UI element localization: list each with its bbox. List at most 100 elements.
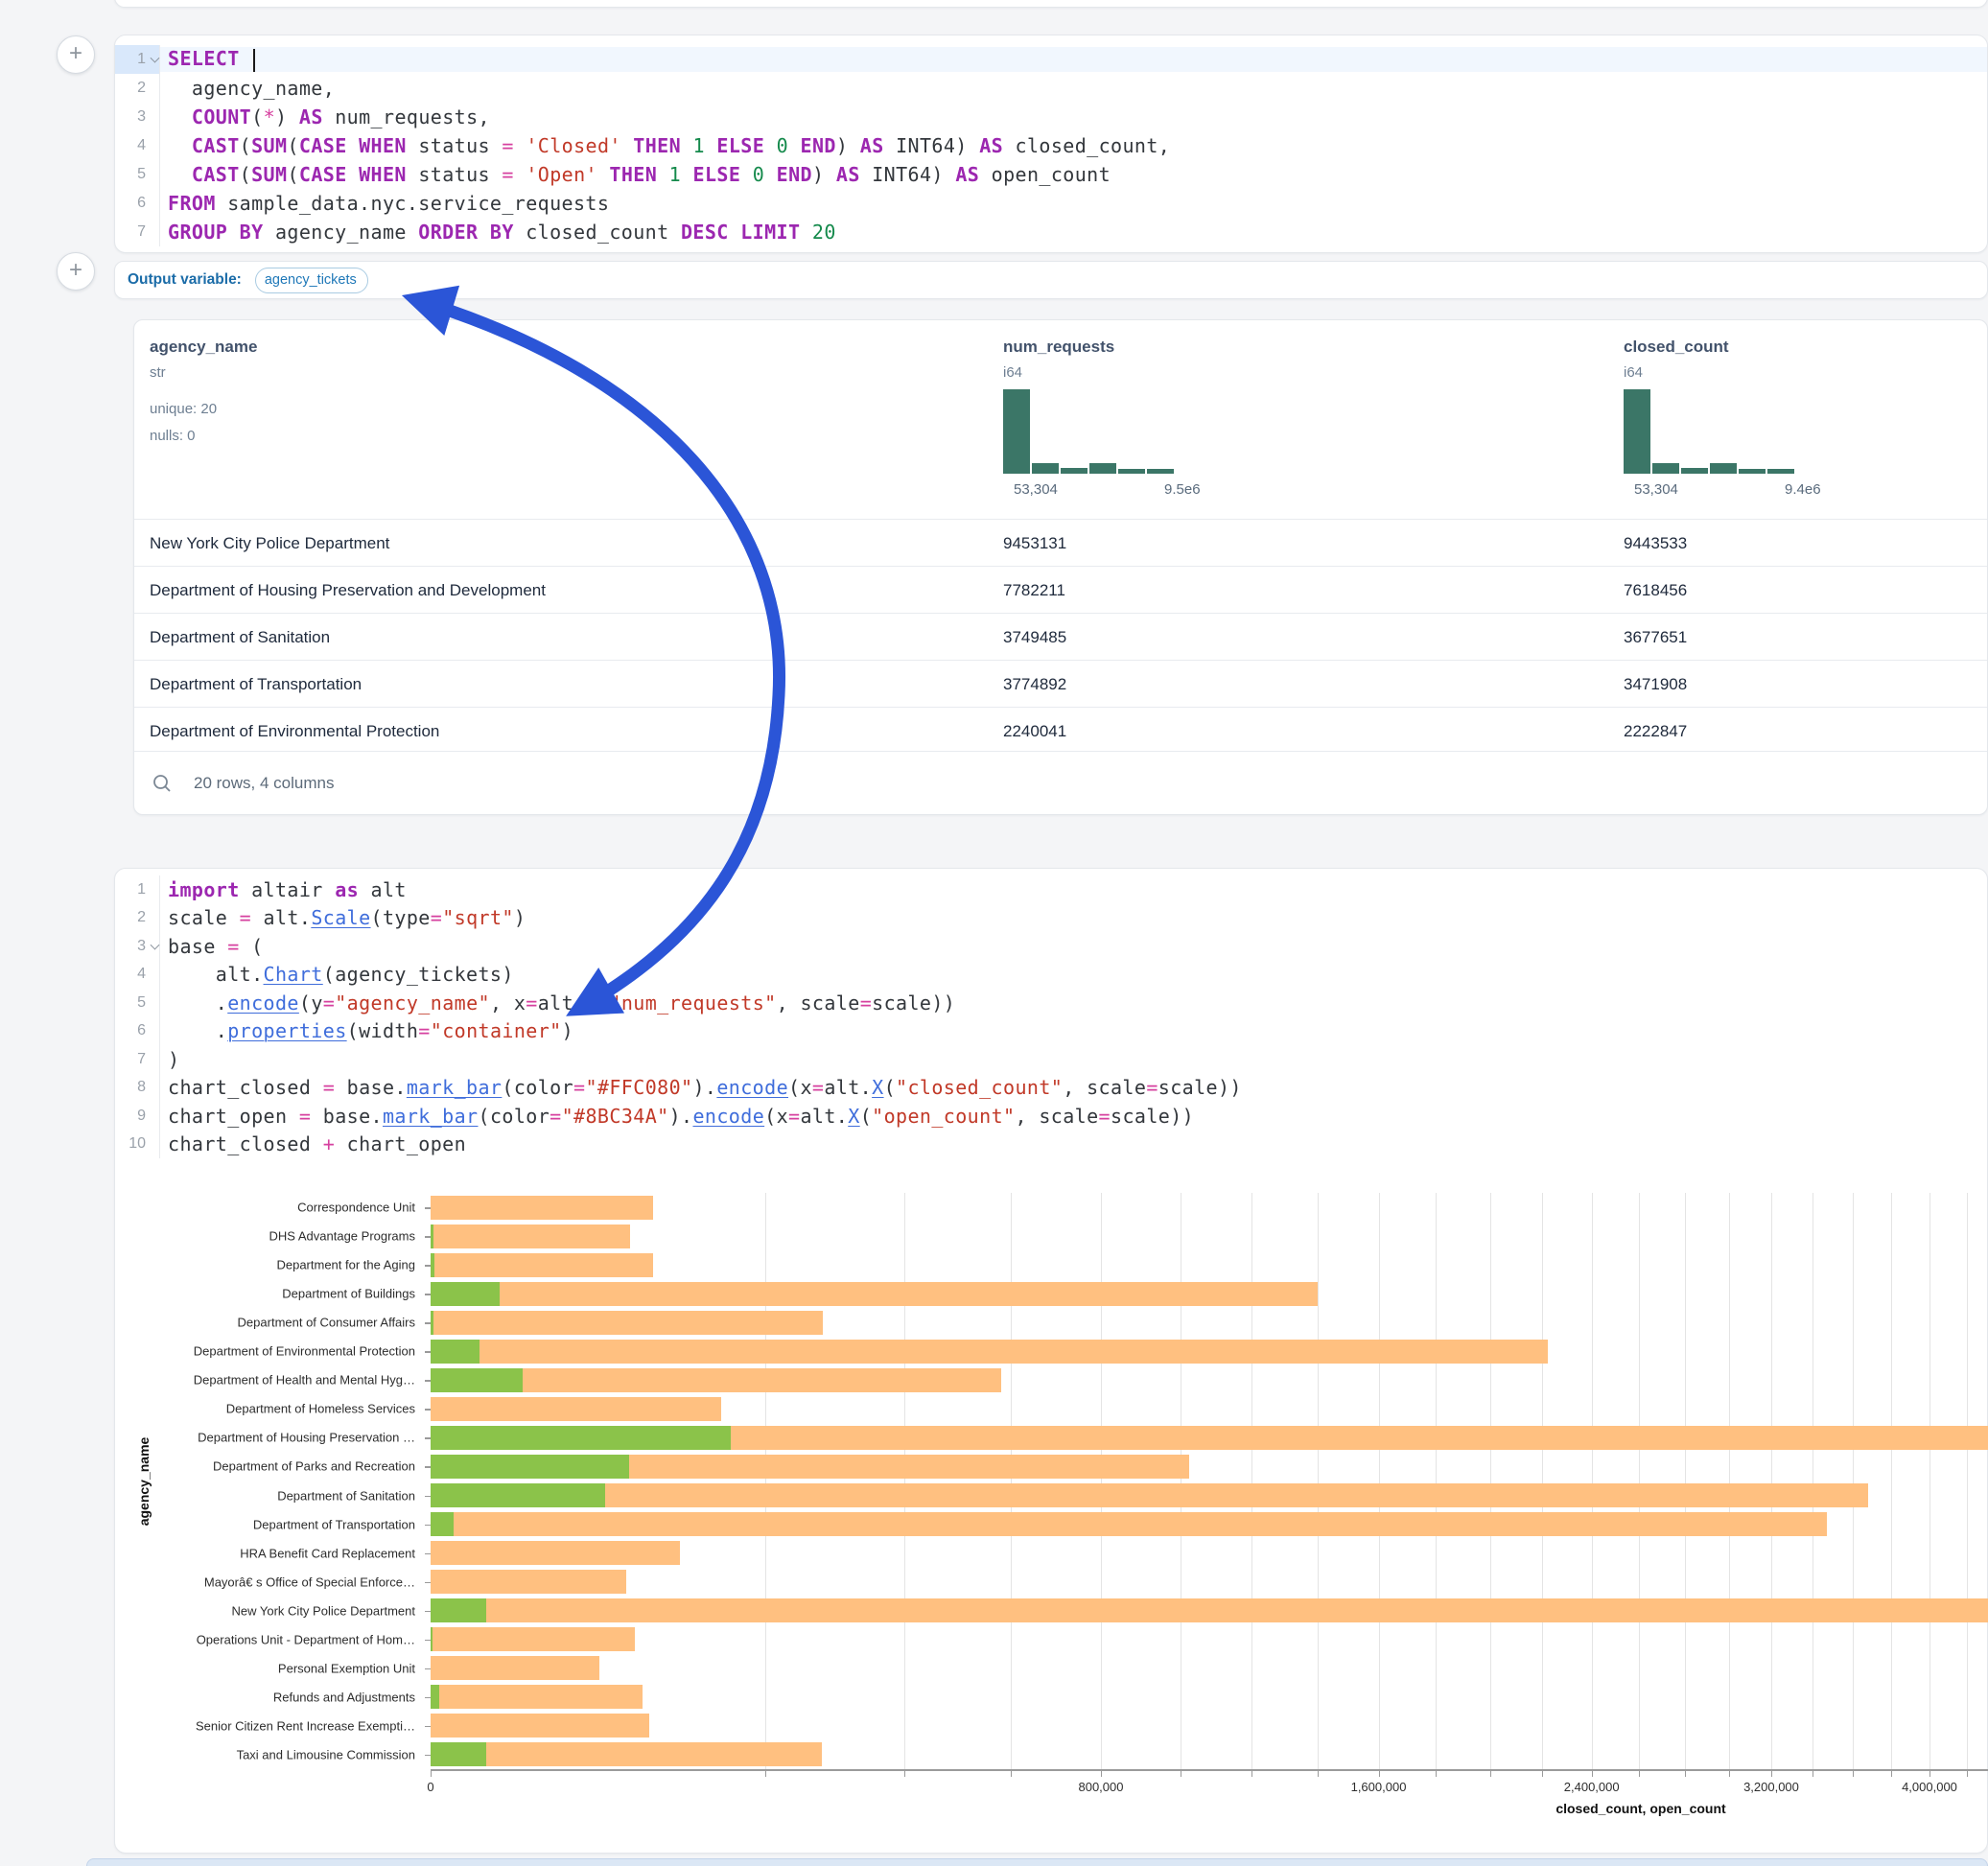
line-number[interactable]: 3: [115, 932, 160, 961]
y-axis-category-label: Department of Homeless Services: [226, 1402, 415, 1416]
bar-closed-count: [431, 1483, 1868, 1507]
code-text[interactable]: SELECT: [160, 47, 1987, 72]
code-line[interactable]: 2 agency_name,: [115, 74, 1987, 103]
code-text[interactable]: chart_closed = base.mark_bar(color="#FFC…: [160, 1076, 1987, 1099]
gridline: [1967, 1193, 1968, 1769]
gridline: [1853, 1193, 1854, 1769]
code-line[interactable]: 10chart_closed + chart_open: [115, 1131, 1987, 1159]
code-text[interactable]: CAST(SUM(CASE WHEN status = 'Closed' THE…: [160, 134, 1987, 157]
code-text[interactable]: import altair as alt: [160, 878, 1987, 901]
code-text[interactable]: scale = alt.Scale(type="sqrt"): [160, 906, 1987, 929]
x-axis-tick: [1318, 1770, 1319, 1777]
code-line[interactable]: 9chart_open = base.mark_bar(color="#8BC3…: [115, 1102, 1987, 1131]
bar-closed-count: [431, 1340, 1548, 1364]
code-text[interactable]: agency_name,: [160, 77, 1987, 100]
add-cell-button-top[interactable]: +: [57, 35, 95, 74]
sql-cell: 1SELECT 2 agency_name,3 COUNT(*) AS num_…: [114, 35, 1988, 253]
column-header[interactable]: agency_name: [150, 338, 257, 357]
code-line[interactable]: 7): [115, 1045, 1987, 1074]
gridline: [904, 1193, 905, 1769]
x-axis-tick-label: 0: [427, 1780, 433, 1794]
table-footer: 20 rows, 4 columns: [134, 751, 1987, 814]
bar-closed-count: [431, 1714, 649, 1738]
output-variable-pill[interactable]: agency_tickets: [255, 268, 368, 293]
code-text[interactable]: alt.Chart(agency_tickets): [160, 963, 1987, 986]
code-text[interactable]: .properties(width="container"): [160, 1019, 1987, 1042]
line-number: 4: [115, 961, 160, 990]
bar-open-count: [431, 1598, 486, 1622]
sql-code-editor[interactable]: 1SELECT 2 agency_name,3 COUNT(*) AS num_…: [115, 45, 1987, 246]
code-line[interactable]: 7GROUP BY agency_name ORDER BY closed_co…: [115, 218, 1987, 246]
y-axis-category-label: Department of Environmental Protection: [194, 1344, 415, 1359]
x-axis-tick: [1771, 1770, 1772, 1777]
code-text[interactable]: .encode(y="agency_name", x=alt.X("num_re…: [160, 991, 1987, 1015]
result-table: agency_namestrunique: 20nulls: 0num_requ…: [133, 319, 1988, 815]
gridline: [1436, 1193, 1437, 1769]
output-variable-bar: Output variable: agency_tickets: [114, 261, 1988, 299]
code-text[interactable]: chart_open = base.mark_bar(color="#8BC34…: [160, 1105, 1987, 1128]
code-line[interactable]: 6 .properties(width="container"): [115, 1017, 1987, 1046]
code-text[interactable]: GROUP BY agency_name ORDER BY closed_cou…: [160, 221, 1987, 244]
bar-open-count: [431, 1742, 486, 1766]
code-text[interactable]: ): [160, 1048, 1987, 1071]
fold-caret-icon[interactable]: [151, 940, 160, 949]
column-header[interactable]: closed_count: [1624, 338, 1729, 357]
bar-open-count: [431, 1225, 433, 1248]
code-text[interactable]: base = (: [160, 935, 1987, 958]
code-line[interactable]: 6FROM sample_data.nyc.service_requests: [115, 189, 1987, 218]
python-code-editor[interactable]: 1import altair as alt2scale = alt.Scale(…: [115, 875, 1987, 1158]
notebook-canvas: { "output_bar": { "label": "Output varia…: [0, 0, 1988, 1864]
add-cell-button-output[interactable]: +: [57, 252, 95, 291]
x-axis-tick-label: 2,400,000: [1564, 1780, 1620, 1794]
line-number[interactable]: 1: [115, 45, 160, 74]
x-axis-tick: [431, 1770, 432, 1777]
next-cell-edge[interactable]: [86, 1858, 1988, 1866]
code-line[interactable]: 3 COUNT(*) AS num_requests,: [115, 103, 1987, 131]
line-number: 6: [115, 1017, 160, 1046]
gridline: [1379, 1193, 1380, 1769]
bar-open-count: [431, 1455, 629, 1479]
fold-caret-icon[interactable]: [151, 54, 160, 63]
cell-num-requests: 9453131: [1003, 520, 1066, 567]
previous-cell-edge: [114, 0, 1988, 8]
code-text[interactable]: chart_closed + chart_open: [160, 1132, 1987, 1155]
search-icon[interactable]: [152, 773, 173, 794]
code-line[interactable]: 3base = (: [115, 932, 1987, 961]
table-row-count: 20 rows, 4 columns: [194, 774, 334, 793]
y-axis-category-label: Personal Exemption Unit: [278, 1661, 415, 1675]
histogram-bar: [1681, 468, 1708, 474]
bar-closed-count: [431, 1541, 680, 1565]
table-row: New York City Police Department945313194…: [134, 519, 1987, 566]
y-axis-tick: [425, 1351, 431, 1353]
column-type: i64: [1003, 364, 1022, 381]
y-axis-category-label: Refunds and Adjustments: [273, 1690, 415, 1704]
histogram-min-label: 53,304: [1014, 481, 1058, 498]
code-line[interactable]: 4 CAST(SUM(CASE WHEN status = 'Closed' T…: [115, 131, 1987, 160]
table-row: Department of Sanitation37494853677651: [134, 613, 1987, 660]
bar-open-count: [431, 1282, 500, 1306]
code-line[interactable]: 8chart_closed = base.mark_bar(color="#FF…: [115, 1074, 1987, 1103]
code-line[interactable]: 1import altair as alt: [115, 875, 1987, 904]
y-axis-category-label: Department of Parks and Recreation: [213, 1459, 415, 1474]
bar-closed-count: [431, 1512, 1827, 1536]
code-text[interactable]: FROM sample_data.nyc.service_requests: [160, 192, 1987, 215]
bar-closed-count: [431, 1656, 599, 1680]
histogram-bar: [1061, 468, 1088, 474]
code-line[interactable]: 1SELECT: [115, 45, 1987, 74]
y-axis-category-label: Department of Transportation: [253, 1517, 415, 1531]
y-axis-category-label: Department of Buildings: [282, 1287, 415, 1301]
histogram-max-label: 9.5e6: [1164, 481, 1201, 498]
chart-x-axis-title: closed_count, open_count: [1555, 1801, 1725, 1816]
column-header[interactable]: num_requests: [1003, 338, 1114, 357]
code-line[interactable]: 5 .encode(y="agency_name", x=alt.X("num_…: [115, 989, 1987, 1017]
cell-closed-count: 3677651: [1624, 614, 1687, 661]
code-line[interactable]: 2scale = alt.Scale(type="sqrt"): [115, 904, 1987, 933]
code-line[interactable]: 5 CAST(SUM(CASE WHEN status = 'Open' THE…: [115, 160, 1987, 189]
table-header: agency_namestrunique: 20nulls: 0num_requ…: [134, 320, 1987, 519]
code-text[interactable]: CAST(SUM(CASE WHEN status = 'Open' THEN …: [160, 163, 1987, 186]
code-line[interactable]: 4 alt.Chart(agency_tickets): [115, 961, 1987, 990]
code-text[interactable]: COUNT(*) AS num_requests,: [160, 105, 1987, 128]
y-axis-tick: [425, 1409, 431, 1411]
cell-num-requests: 7782211: [1003, 567, 1065, 614]
y-axis-tick: [425, 1322, 431, 1324]
